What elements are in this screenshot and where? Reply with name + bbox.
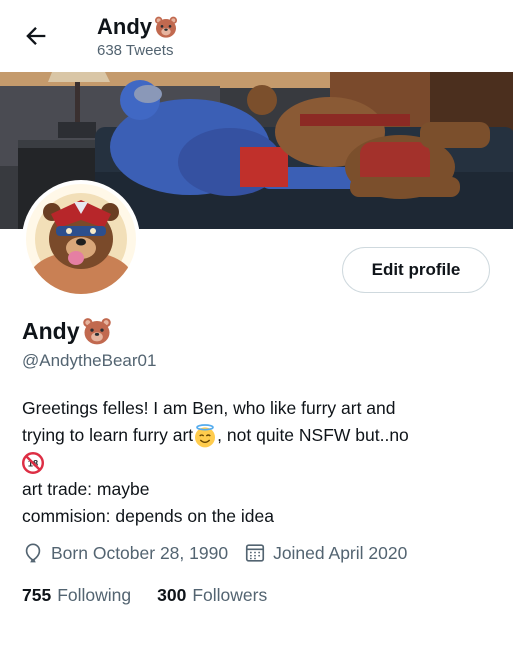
display-name: Andy: [22, 317, 80, 344]
birth-date-text: Born October 28, 1990: [51, 542, 229, 563]
profile-handle: @AndytheBear01: [22, 351, 157, 370]
header-title: Andy: [97, 14, 178, 40]
join-date-text: Joined April 2020: [273, 542, 408, 563]
bio-line: trying to learn furry art , not quite NS…: [22, 422, 492, 449]
bio-line: art trade: maybe: [22, 479, 150, 499]
followers-count: 300: [157, 585, 187, 605]
bear-emoji-icon: [155, 16, 177, 38]
birth-date: Born October 28, 1990: [22, 542, 228, 564]
profile-bio: Greetings felles! I am Ben, who like fur…: [22, 395, 492, 530]
back-arrow-icon: [26, 27, 46, 45]
follow-stats: 755 Following 300 Followers: [22, 585, 293, 606]
bear-emoji-icon: [82, 318, 111, 345]
balloon-icon: [25, 543, 41, 563]
profile-name: Andy: [22, 316, 112, 346]
following-label: Following: [57, 585, 132, 605]
followers-link[interactable]: 300 Followers: [157, 585, 267, 606]
header-name: Andy: [97, 14, 152, 39]
back-button[interactable]: [22, 22, 50, 50]
avatar: [26, 184, 136, 294]
following-count: 755: [22, 585, 52, 605]
halo-smile-emoji-icon: [195, 424, 216, 448]
calendar-icon: [245, 544, 265, 562]
bio-line: Greetings felles! I am Ben, who like fur…: [22, 398, 396, 418]
join-date: Joined April 2020: [244, 542, 407, 564]
bio-line: commision: depends on the idea: [22, 506, 274, 526]
edit-profile-button[interactable]: Edit profile: [342, 247, 490, 293]
following-link[interactable]: 755 Following: [22, 585, 131, 606]
bio-text: trying to learn furry art: [22, 425, 194, 445]
avatar-image: [26, 184, 136, 294]
followers-label: Followers: [192, 585, 268, 605]
tweet-count: 638 Tweets: [97, 42, 174, 59]
bio-line: 18: [22, 449, 492, 476]
profile-meta: Born October 28, 1990 Joined April 2020: [22, 542, 423, 564]
no-under-18-emoji-icon: 18: [22, 452, 44, 475]
bio-text: , not quite NSFW but..no: [217, 425, 409, 445]
top-bar: Andy 638 Tweets: [0, 0, 513, 72]
avatar-container[interactable]: [22, 180, 140, 298]
